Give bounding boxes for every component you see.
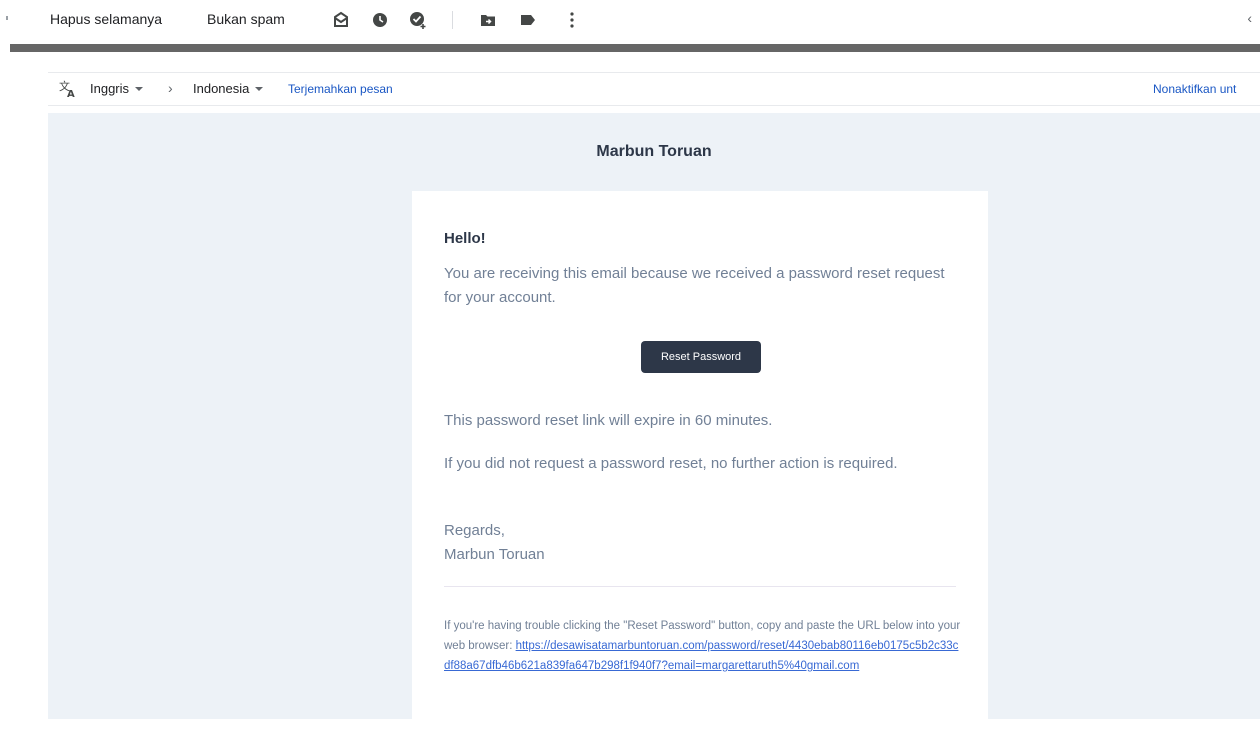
toolbar-edge-mark [6, 16, 8, 20]
reset-url-link[interactable]: https://desawisatamarbuntoruan.com/passw… [444, 640, 958, 672]
snooze-icon[interactable] [370, 10, 390, 30]
translate-bar: 文 A Inggris › Indonesia Terjemahkan pesa… [48, 72, 1260, 106]
reset-password-button[interactable]: Reset Password [641, 341, 761, 373]
label-icon[interactable] [518, 10, 538, 30]
not-spam-button[interactable]: Bukan spam [207, 11, 285, 27]
target-language-select[interactable]: Indonesia [193, 81, 264, 96]
message-toolbar: Hapus selamanya Bukan spam ‹ [0, 0, 1260, 42]
target-language-label: Indonesia [193, 81, 250, 96]
email-no-action-note: If you did not request a password reset,… [444, 455, 898, 472]
email-sender-header: Marbun Toruan [596, 143, 712, 160]
more-options-icon[interactable] [562, 10, 582, 30]
email-greeting: Hello! [444, 230, 486, 247]
chevron-right-icon: › [168, 80, 173, 96]
toolbar-separator [452, 11, 453, 29]
delete-forever-button[interactable]: Hapus selamanya [50, 11, 162, 27]
translate-message-link[interactable]: Terjemahkan pesan [288, 82, 393, 96]
source-language-select[interactable]: Inggris [90, 81, 144, 96]
email-body: Marbun Toruan Hello! You are receiving t… [48, 113, 1260, 731]
add-to-tasks-icon[interactable] [408, 10, 428, 30]
move-to-icon[interactable] [478, 10, 498, 30]
svg-text:A: A [67, 89, 75, 99]
email-signature: Marbun Toruan [444, 546, 545, 563]
email-divider [444, 586, 956, 587]
chevron-down-icon [255, 86, 264, 91]
email-signoff: Regards, Marbun Toruan [444, 519, 954, 567]
email-expire-note: This password reset link will expire in … [444, 412, 773, 429]
email-intro-text: You are receiving this email because we … [444, 265, 945, 306]
email-content-card: Hello! You are receiving this email beca… [412, 191, 988, 731]
source-language-label: Inggris [90, 81, 130, 96]
header-divider [10, 44, 1260, 52]
mark-unread-icon[interactable] [331, 10, 351, 30]
email-subcopy: If you're having trouble clicking the "R… [444, 616, 964, 676]
translate-icon: 文 A [58, 79, 78, 100]
chevron-down-icon [135, 86, 144, 91]
chevron-left-icon[interactable]: ‹ [1247, 10, 1252, 26]
email-regards: Regards, [444, 522, 505, 539]
disable-translation-link[interactable]: Nonaktifkan unt [1153, 82, 1236, 96]
